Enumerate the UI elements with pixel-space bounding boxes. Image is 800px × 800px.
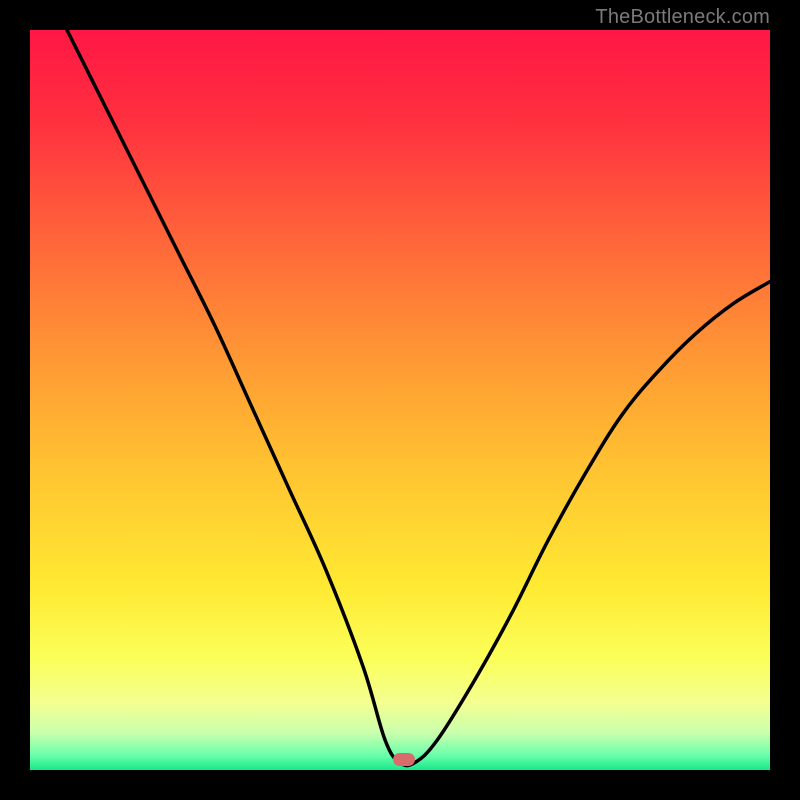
bottleneck-curve xyxy=(30,30,770,770)
chart-frame: TheBottleneck.com xyxy=(0,0,800,800)
optimal-point-marker xyxy=(393,753,415,766)
attribution-text: TheBottleneck.com xyxy=(595,6,770,29)
plot-area xyxy=(30,30,770,770)
